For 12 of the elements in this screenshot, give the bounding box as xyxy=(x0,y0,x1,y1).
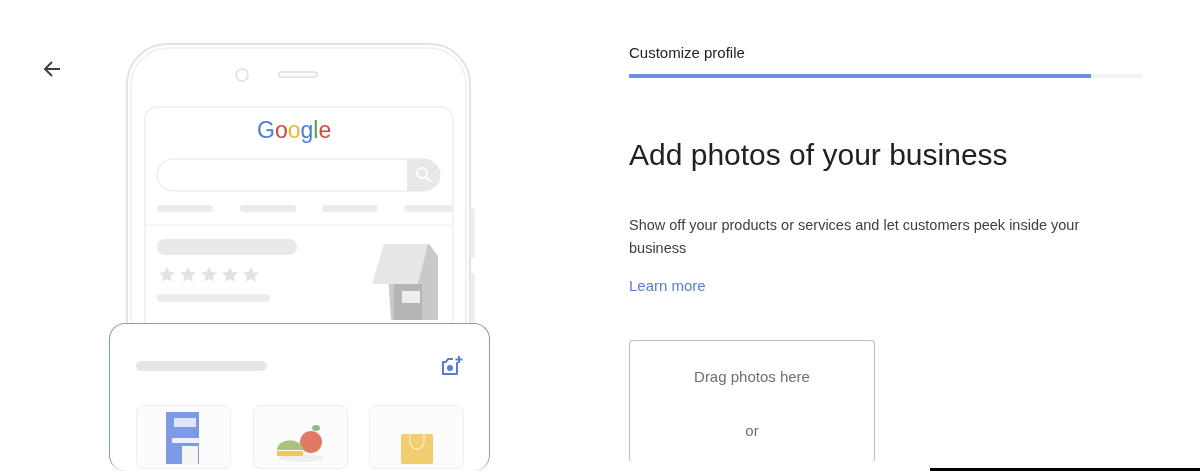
drop-hint: Drag photos here xyxy=(694,368,810,386)
or-label: or xyxy=(745,422,759,440)
google-logo: Google xyxy=(257,117,332,144)
back-arrow-icon xyxy=(42,59,62,79)
description-text: Show off your products or services and let customers peek inside your business xyxy=(629,216,1081,258)
storefront-icon xyxy=(165,412,202,464)
page-heading: Add photos of your business xyxy=(629,137,1009,173)
add-photo-icon xyxy=(440,354,464,378)
step-label: Customize profile xyxy=(629,44,746,62)
learn-more-link[interactable]: Learn more xyxy=(629,277,706,294)
storefront-icon xyxy=(372,244,438,320)
taco-apple-icon xyxy=(275,422,325,464)
